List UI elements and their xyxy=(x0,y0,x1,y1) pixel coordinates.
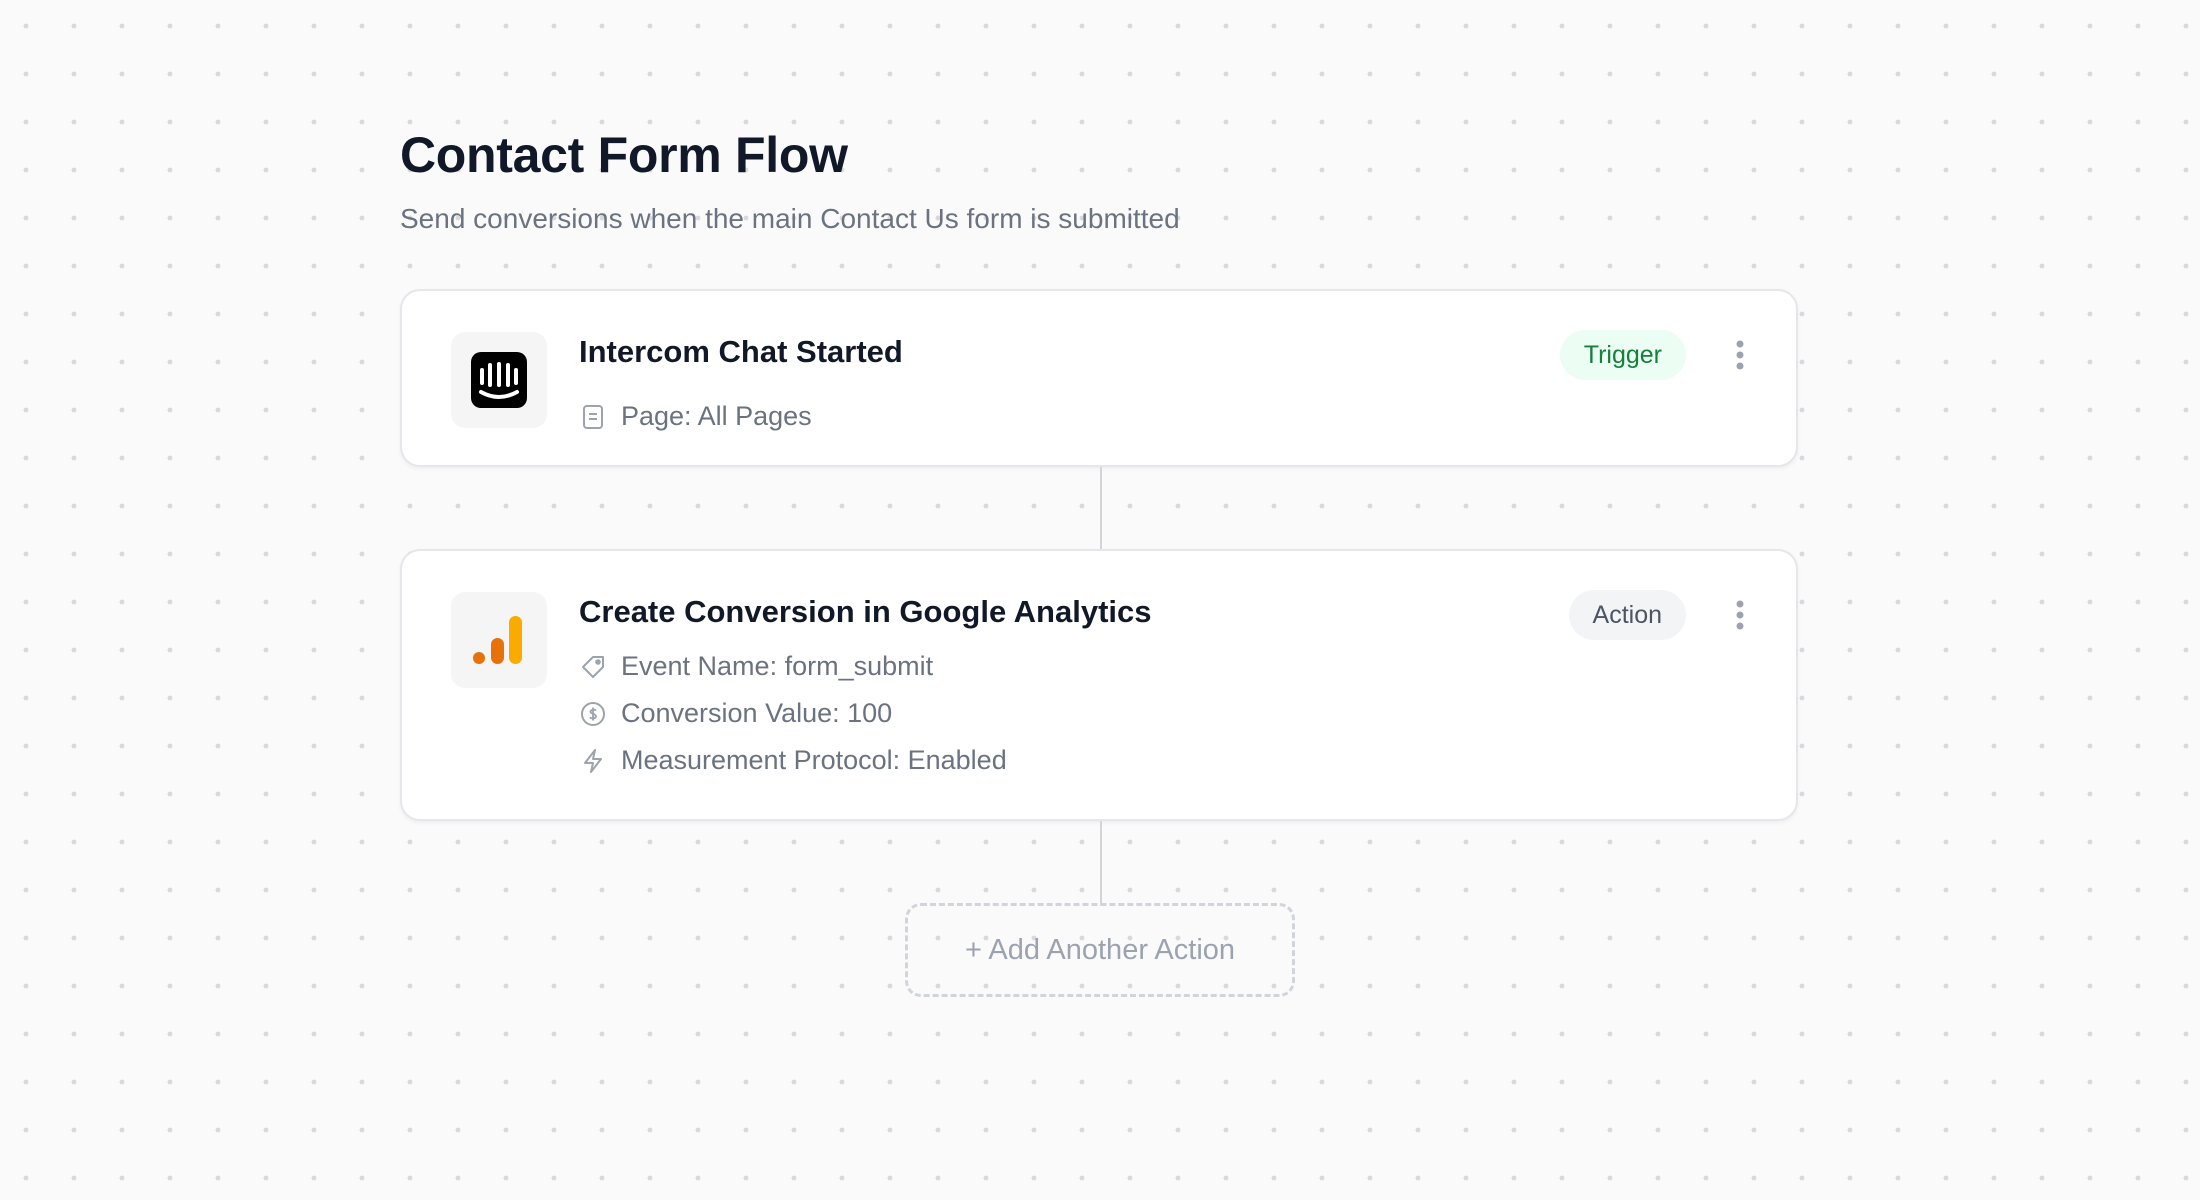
trigger-detail-page: Page: All Pages xyxy=(579,401,812,432)
intercom-logo-tile xyxy=(451,332,547,428)
dollar-circle-icon xyxy=(579,700,607,728)
add-another-action-button[interactable]: + Add Another Action xyxy=(905,903,1295,997)
action-detail-protocol-text: Measurement Protocol: Enabled xyxy=(621,745,1007,775)
connector-line xyxy=(1100,467,1102,549)
flow-subtitle: Send conversions when the main Contact U… xyxy=(400,203,1180,234)
trigger-more-menu-icon[interactable] xyxy=(1730,335,1750,375)
action-detail-protocol: Measurement Protocol: Enabled xyxy=(579,745,1007,776)
action-detail-event-text: Event Name: form_submit xyxy=(621,651,934,681)
lightning-icon xyxy=(579,747,607,775)
tag-icon xyxy=(579,653,607,681)
google-analytics-logo-icon xyxy=(473,616,522,664)
trigger-badge: Trigger xyxy=(1559,330,1686,380)
flow-title: Contact Form Flow xyxy=(400,127,848,183)
action-detail-value-text: Conversion Value: 100 xyxy=(621,698,893,728)
google-analytics-logo-tile xyxy=(451,592,547,688)
action-detail-value: Conversion Value: 100 xyxy=(579,698,892,729)
action-badge: Action xyxy=(1568,590,1686,640)
intercom-logo-icon xyxy=(471,352,527,408)
flow-canvas: Contact Form Flow Send conversions when … xyxy=(400,0,1800,1200)
page-icon xyxy=(579,403,607,431)
action-card[interactable]: Create Conversion in Google Analytics Ev… xyxy=(400,549,1798,821)
trigger-card[interactable]: Intercom Chat Started Page: All Pages Tr… xyxy=(400,289,1798,467)
connector-line xyxy=(1100,821,1102,905)
action-detail-event: Event Name: form_submit xyxy=(579,651,933,682)
action-more-menu-icon[interactable] xyxy=(1730,595,1750,635)
action-title: Create Conversion in Google Analytics xyxy=(579,594,1152,629)
trigger-title: Intercom Chat Started xyxy=(579,334,903,369)
trigger-detail-text: Page: All Pages xyxy=(621,401,812,431)
